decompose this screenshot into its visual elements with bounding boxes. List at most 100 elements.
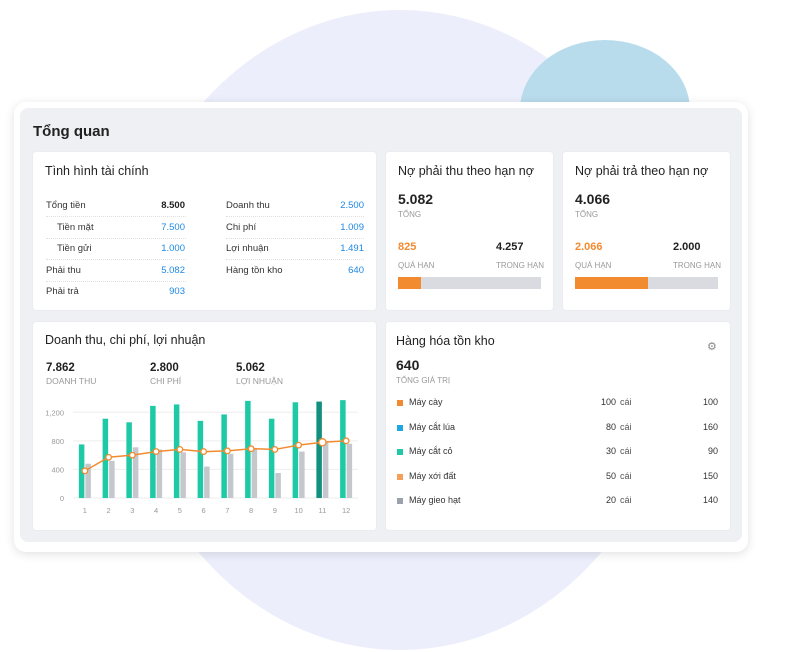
finance-left-label: Phải thu [46,264,81,276]
y-tick-label: 1,200 [45,408,64,417]
cost-bar [227,453,234,498]
revenue-bar [268,418,275,498]
cost-bar [275,473,281,498]
finance-right-label: Hàng tồn kho [226,264,283,276]
inventory-item-unit: cái [620,446,632,456]
receivable-in-term-label: TRONG HẠN [496,261,544,270]
profit-line [84,440,347,472]
inventory-card[interactable]: Hàng hóa tồn kho ⚙ 640 TỔNG GIÁ TRỊ Máy … [386,322,730,530]
finance-right-label: Chi phí [226,221,257,233]
finance-right-value[interactable]: 1.491 [313,243,364,254]
payable-in-term: 2.000 [673,241,701,253]
x-tick-label: 8 [249,506,253,515]
payable-card-title: Nợ phải trả theo hạn nợ [575,164,709,178]
profit-point [105,453,113,461]
y-tick-label: 800 [51,437,64,446]
revenue-bar [126,422,132,498]
revenue-chart: 04008001,2001 2 3 4 5 6 7 8 9 10 11 12 [45,400,358,515]
x-tick-label: 4 [154,506,158,515]
inventory-item-name: Máy gieo hạt [409,495,461,505]
x-tick-label: 5 [178,506,182,515]
inventory-item-name: Máy cắt cỏ [409,446,453,456]
finance-card[interactable]: Tình hình tài chính Tổng tiền 8.500 Tiền m… [33,152,376,310]
inventory-item-name: Máy xới đất [409,470,456,481]
inventory-total: 640 [396,357,420,373]
legend-swatch [397,498,403,504]
finance-left-value[interactable]: 1.000 [133,243,185,254]
inventory-item-value: 100 [702,397,718,407]
y-tick-label: 0 [60,494,64,503]
inventory-item-qty: 20 [605,495,616,505]
inventory-item-unit: cái [620,421,632,432]
inventory-item-unit: cái [620,470,632,481]
row-divider [226,259,364,260]
legend-swatch [397,424,403,431]
cost-bar [322,441,329,498]
inventory-item-unit: cái [620,397,632,407]
cost-bar [180,452,186,498]
inventory-item-qty: 30 [605,446,616,456]
legend-swatch [397,473,403,480]
profit-point [176,445,184,453]
profit-point [318,438,327,447]
receivable-overdue-fill [398,277,422,289]
profit-point [247,445,255,453]
payable-total: 4.066 [575,191,611,207]
cost-bar [299,451,305,498]
finance-right-value[interactable]: 1.009 [313,222,364,233]
inventory-item-name: Máy cày [409,397,443,407]
x-tick-label: 6 [202,506,206,515]
x-tick-label: 3 [130,506,134,515]
profit-point [223,447,231,455]
payable-overdue-fill [575,277,648,289]
payable-in-term-label: TRONG HẠN [673,261,721,270]
cost-bar [156,449,163,498]
receivable-overdue: 825 [398,241,417,253]
finance-left-value[interactable]: 8.500 [133,200,185,211]
profit-point [295,441,303,449]
profit-point [342,437,350,445]
finance-card-title: Tình hình tài chính [45,164,149,178]
revenue-bar [292,402,299,498]
receivable-progress-bar [398,277,541,289]
payable-progress-bar [575,277,718,289]
profit-point [271,445,279,453]
finance-left-value[interactable]: 5.082 [133,265,185,276]
row-divider [46,259,186,260]
gear-icon[interactable]: ⚙ [707,340,717,353]
finance-right-value[interactable]: 640 [313,265,364,276]
x-tick-label: 2 [107,506,111,515]
cost-bar [346,443,353,498]
revenue-card[interactable]: Doanh thu, chi phí, lợi nhuận 7.862 DOAN… [33,322,376,530]
finance-right-value[interactable]: 2.500 [313,200,364,211]
receivable-total: 5.082 [398,191,434,207]
row-divider [46,237,186,239]
finance-left-value[interactable]: 7.500 [133,222,185,233]
inventory-item-unit: cái [620,495,632,505]
payable-card[interactable]: Nợ phải trả theo hạn nợ 4.066 TỔNG 2.066… [563,152,730,310]
finance-left-value[interactable]: 903 [133,286,185,297]
finance-right-label: Doanh thu [226,200,270,211]
payable-overdue-label: QUÁ HẠN [575,261,612,270]
revenue-bar [316,401,322,498]
revenue-bar [340,400,346,498]
payable-overdue: 2.066 [575,241,603,253]
inventory-item-qty: 80 [605,421,616,432]
row-divider [226,237,364,239]
legend-swatch [397,449,403,455]
cost-bar [109,460,115,498]
cost-bar [204,466,210,498]
receivable-in-term: 4.257 [496,241,524,253]
finance-left-label: Tiền gửi [57,243,92,254]
inventory-card-title: Hàng hóa tồn kho [396,334,495,348]
row-divider [46,216,186,217]
receivable-total-label: TỔNG [398,210,422,219]
inventory-item-value: 90 [707,446,718,456]
legend-swatch [397,400,403,406]
y-tick-label: 400 [51,465,64,474]
x-tick-label: 7 [225,506,229,515]
page-title: Tổng quan [33,123,110,140]
finance-left-label: Tổng tiền [46,200,86,211]
receivable-card[interactable]: Nợ phải thu theo hạn nợ 5.082 TỔNG 825 4… [386,152,553,310]
cost-bar [251,448,258,498]
